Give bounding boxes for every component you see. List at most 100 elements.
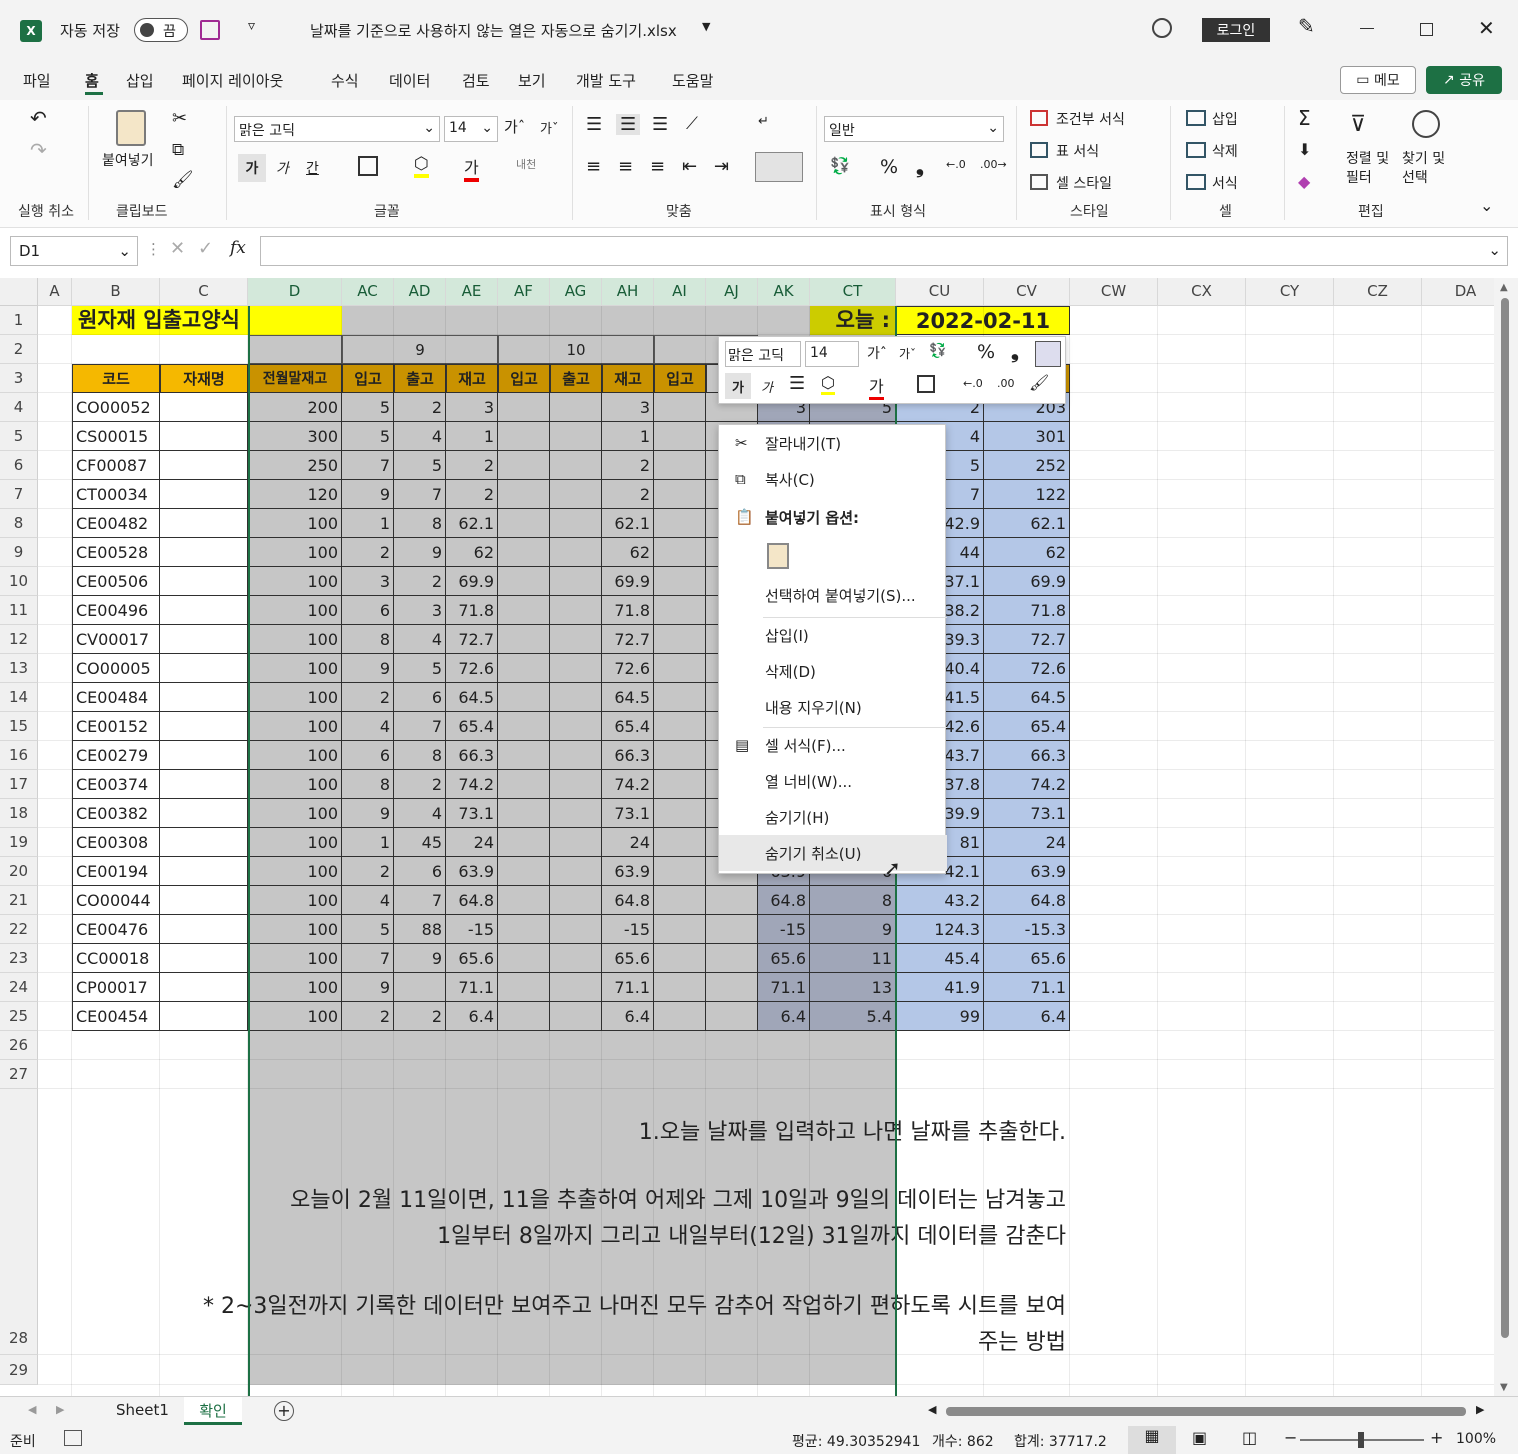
- customize-qat-icon[interactable]: ▿: [248, 18, 255, 34]
- row-header[interactable]: 13: [0, 654, 38, 683]
- mini-italic-icon[interactable]: 가: [761, 377, 773, 396]
- merge-center-icon[interactable]: [755, 152, 803, 182]
- name-box[interactable]: D1 ⌄: [10, 236, 138, 266]
- mini-accounting-icon[interactable]: 💱: [929, 343, 946, 359]
- row-header[interactable]: 1: [0, 306, 38, 335]
- mini-percent-icon[interactable]: %: [977, 341, 995, 363]
- column-header[interactable]: CW: [1070, 278, 1158, 306]
- column-header[interactable]: CY: [1246, 278, 1334, 306]
- vertical-scrollbar[interactable]: ▲ ▼: [1494, 278, 1518, 1396]
- column-header[interactable]: D: [248, 278, 342, 306]
- tab-data[interactable]: 데이터: [389, 70, 430, 91]
- row-header[interactable]: 5: [0, 422, 38, 451]
- row-header[interactable]: 16: [0, 741, 38, 770]
- enter-icon[interactable]: ✓: [198, 238, 213, 259]
- row-header[interactable]: 26: [0, 1031, 38, 1060]
- menu-hide[interactable]: 숨기기(H): [719, 799, 947, 835]
- row-header[interactable]: 10: [0, 567, 38, 596]
- format-cells-button[interactable]: 서식: [1212, 173, 1238, 193]
- format-as-table-button[interactable]: 표 서식: [1056, 141, 1099, 161]
- zoom-in-icon[interactable]: +: [1430, 1428, 1443, 1447]
- mini-size-select[interactable]: 14: [805, 341, 859, 367]
- insert-function-icon[interactable]: fx: [230, 238, 246, 258]
- conditional-format-button[interactable]: 조건부 서식: [1056, 109, 1125, 129]
- row-header[interactable]: 19: [0, 828, 38, 857]
- menu-clear[interactable]: 내용 지우기(N): [719, 689, 947, 725]
- find-select-button[interactable]: 찾기 및 선택: [1402, 150, 1445, 188]
- zoom-slider[interactable]: [1300, 1432, 1424, 1448]
- menu-delete[interactable]: 삭제(D): [719, 653, 947, 689]
- menu-unhide[interactable]: 숨기기 취소(U): [719, 835, 947, 871]
- tab-review[interactable]: 검토: [462, 70, 490, 91]
- page-break-view-icon[interactable]: ◫: [1242, 1428, 1257, 1447]
- close-icon[interactable]: ✕: [1478, 16, 1495, 40]
- tab-file[interactable]: 파일: [23, 70, 51, 91]
- row-header[interactable]: 18: [0, 799, 38, 828]
- mini-align-icon[interactable]: ☰: [789, 373, 805, 394]
- column-header[interactable]: C: [160, 278, 248, 306]
- align-left-icon[interactable]: ≡: [586, 156, 601, 177]
- row-header[interactable]: 20: [0, 857, 38, 886]
- cell-style-button[interactable]: 셀 스타일: [1056, 173, 1112, 193]
- row-header[interactable]: 6: [0, 451, 38, 480]
- tab-help[interactable]: 도움말: [672, 70, 713, 91]
- title-dropdown-icon[interactable]: ▼: [702, 20, 710, 33]
- column-header[interactable]: AI: [654, 278, 706, 306]
- row-header[interactable]: 7: [0, 480, 38, 509]
- menu-format-cells[interactable]: ▤ 셀 서식(F)...: [719, 727, 947, 763]
- column-header[interactable]: AH: [602, 278, 654, 306]
- scroll-right-icon[interactable]: ▶: [1476, 1403, 1484, 1416]
- maximize-icon[interactable]: [1420, 23, 1433, 36]
- find-select-icon[interactable]: [1412, 110, 1440, 138]
- copy-icon[interactable]: ⧉: [172, 140, 184, 160]
- italic-icon[interactable]: 가: [276, 158, 289, 178]
- column-header[interactable]: AK: [758, 278, 810, 306]
- column-header[interactable]: AG: [550, 278, 602, 306]
- column-header[interactable]: AJ: [706, 278, 758, 306]
- formula-input[interactable]: ⌄: [260, 236, 1508, 266]
- column-header[interactable]: AE: [446, 278, 498, 306]
- sheet-tab-sheet1[interactable]: Sheet1: [116, 1401, 169, 1419]
- mini-comma-icon[interactable]: ❟: [1011, 339, 1019, 363]
- format-painter-icon[interactable]: 🖌: [172, 170, 194, 190]
- increase-font-icon[interactable]: 가ˆ: [504, 116, 525, 137]
- row-header[interactable]: 22: [0, 915, 38, 944]
- mini-font-color-icon[interactable]: 가: [869, 373, 884, 400]
- underline-icon[interactable]: 간: [306, 158, 319, 178]
- accounting-icon[interactable]: 💱: [830, 156, 850, 175]
- clear-icon[interactable]: ◆: [1298, 172, 1310, 191]
- row-header[interactable]: 9: [0, 538, 38, 567]
- save-icon[interactable]: [200, 20, 220, 40]
- zoom-level[interactable]: 100%: [1456, 1431, 1496, 1447]
- tab-developer[interactable]: 개발 도구: [576, 70, 636, 91]
- paste-icon[interactable]: [116, 110, 146, 146]
- border-icon[interactable]: [358, 156, 378, 176]
- sort-filter-icon[interactable]: ⊽: [1350, 112, 1366, 137]
- column-header[interactable]: AC: [342, 278, 394, 306]
- menu-column-width[interactable]: 열 너비(W)...: [719, 763, 947, 799]
- row-header[interactable]: 2: [0, 335, 38, 364]
- redo-icon[interactable]: ↷: [30, 138, 47, 162]
- scroll-left-icon[interactable]: ◀: [928, 1403, 936, 1416]
- column-header[interactable]: B: [72, 278, 160, 306]
- wrap-text-icon[interactable]: ↵: [758, 114, 769, 129]
- row-header[interactable]: 27: [0, 1060, 38, 1089]
- row-header[interactable]: 28: [0, 1089, 38, 1355]
- font-name-select[interactable]: 맑은 고딕 ⌄: [234, 116, 440, 142]
- h-scroll-thumb[interactable]: [946, 1407, 1466, 1416]
- normal-view-icon[interactable]: ▦: [1128, 1426, 1176, 1454]
- orientation-icon[interactable]: ⟋: [686, 114, 698, 134]
- prev-sheet-icon[interactable]: ◀: [28, 1403, 36, 1416]
- autosum-icon[interactable]: Σ: [1298, 106, 1311, 130]
- scroll-up-icon[interactable]: ▲: [1500, 282, 1508, 293]
- mini-dec-decimal-icon[interactable]: .00: [997, 377, 1015, 390]
- tab-home[interactable]: 홈: [85, 70, 99, 91]
- insert-cells-button[interactable]: 삽입: [1212, 109, 1238, 129]
- row-header[interactable]: 17: [0, 770, 38, 799]
- fill-color-icon[interactable]: ⬡: [414, 154, 429, 178]
- sheet-tab-active[interactable]: 확인: [184, 1397, 242, 1425]
- row-header[interactable]: 15: [0, 712, 38, 741]
- column-header[interactable]: CU: [896, 278, 984, 306]
- column-header[interactable]: AD: [394, 278, 446, 306]
- login-button[interactable]: 로그인: [1202, 18, 1270, 42]
